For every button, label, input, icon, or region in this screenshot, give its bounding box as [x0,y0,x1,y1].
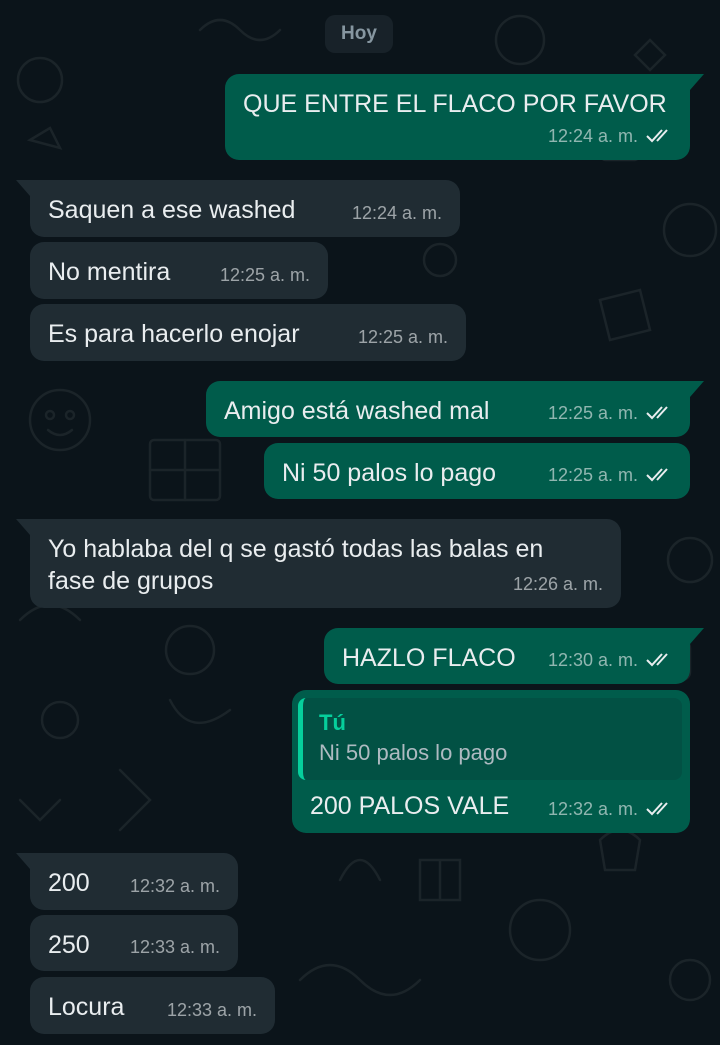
double-check-icon [646,653,668,667]
message-time: 12:25 a. m. [219,265,310,285]
double-check-icon [646,406,668,420]
message-time: 12:24 a. m. [351,203,442,223]
message-meta: 12:25 a. m. [548,397,674,429]
message-meta: 12:32 a. m. [130,870,220,902]
bubble-tail [16,180,30,196]
message-bubble-outgoing-reply[interactable]: Tú Ni 50 palos lo pago 200 PALOS VALE 12… [292,690,690,833]
bubble-tail [690,381,704,397]
message-time: 12:25 a. m. [547,403,638,423]
message-meta: 12:26 a. m. [513,568,603,600]
double-check-icon [646,802,668,816]
bubble-tail [16,519,30,535]
bubble-tail [16,853,30,869]
message-bubble-outgoing[interactable]: Ni 50 palos lo pago 12:25 a. m. [264,443,690,499]
message-meta: 12:25 a. m. [548,459,674,491]
message-time: 12:26 a. m. [512,574,603,594]
message-time: 12:25 a. m. [547,465,638,485]
message-time: 12:25 a. m. [357,327,448,347]
message-bubble-incoming[interactable]: Locura 12:33 a. m. [30,977,275,1034]
double-check-icon [646,129,668,143]
message-time: 12:33 a. m. [129,937,220,957]
message-meta: 12:25 a. m. [358,321,448,353]
message-bubble-outgoing[interactable]: Amigo está washed mal 12:25 a. m. [206,381,704,437]
message-text: QUE ENTRE EL FLACO POR FAVOR [243,90,667,118]
double-check-icon [646,468,668,482]
message-meta: 12:24 a. m. [352,197,442,229]
message-time: 12:30 a. m. [547,650,638,670]
quoted-text: Ni 50 palos lo pago [319,740,508,765]
message-bubble-incoming[interactable]: Yo hablaba del q se gastó todas las bala… [16,519,621,608]
message-bubble-incoming[interactable]: 200 12:32 a. m. [16,853,238,910]
message-time: 12:32 a. m. [547,799,638,819]
message-time: 12:24 a. m. [547,126,638,146]
message-meta: 12:25 a. m. [220,259,310,291]
message-bubble-outgoing[interactable]: QUE ENTRE EL FLACO POR FAVOR 12:24 a. m. [225,74,704,160]
message-time: 12:33 a. m. [166,1000,257,1020]
message-bubble-incoming[interactable]: Saquen a ese washed 12:24 a. m. [16,180,460,237]
message-list[interactable]: Hoy QUE ENTRE EL FLACO POR FAVOR 12:24 a… [0,0,720,1045]
message-time: 12:32 a. m. [129,876,220,896]
bubble-tail [690,74,704,90]
message-bubble-incoming[interactable]: Es para hacerlo enojar 12:25 a. m. [30,304,466,361]
message-meta: 12:30 a. m. [548,644,674,676]
bubble-tail [690,628,704,644]
message-meta: 12:33 a. m. [167,994,257,1026]
message-meta: 12:33 a. m. [130,931,220,963]
quoted-message[interactable]: Tú Ni 50 palos lo pago [298,698,682,780]
quoted-author: Tú [319,710,346,735]
message-meta: 12:24 a. m. [548,120,674,152]
date-separator: Hoy [325,15,393,53]
message-bubble-outgoing[interactable]: HAZLO FLACO 12:30 a. m. [324,628,704,684]
message-bubble-incoming[interactable]: No mentira 12:25 a. m. [30,242,328,299]
message-bubble-incoming[interactable]: 250 12:33 a. m. [30,915,238,971]
message-meta: 12:32 a. m. [548,793,674,825]
